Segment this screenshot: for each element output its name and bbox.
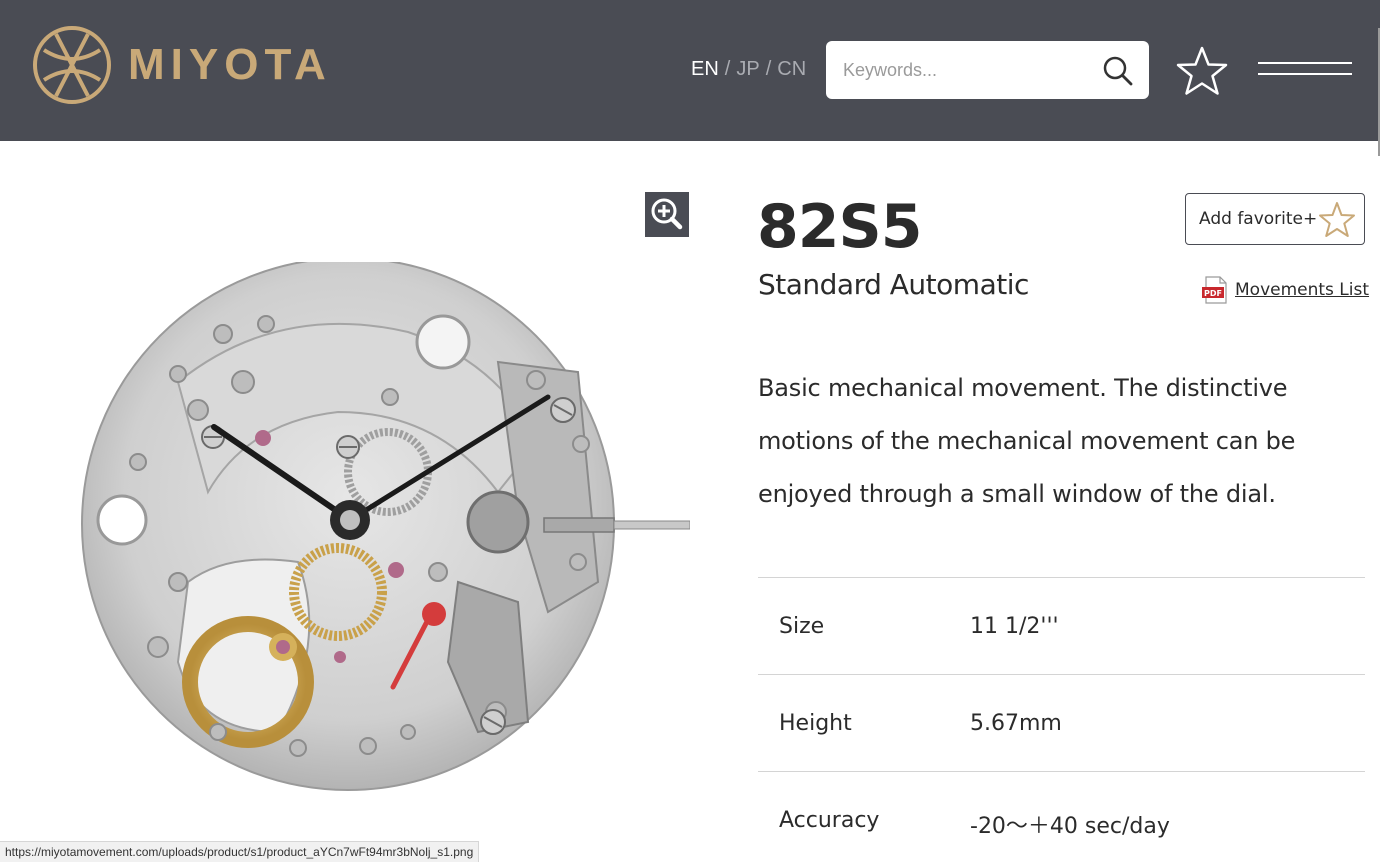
lang-jp[interactable]: JP <box>736 58 759 80</box>
watch-movement-illustration <box>81 257 691 791</box>
movements-list-link[interactable]: PDF Movements List <box>1202 276 1369 304</box>
add-favorite-button[interactable]: Add favorite+ <box>1185 193 1365 245</box>
menu-line <box>1258 62 1352 64</box>
spec-label: Size <box>779 614 825 639</box>
menu-line <box>1258 73 1352 75</box>
spec-value: 5.67mm <box>970 711 1062 736</box>
product-description: Basic mechanical movement. The distincti… <box>758 374 1296 508</box>
spec-value: 11 1/2''' <box>970 614 1059 639</box>
browser-status-bar: https://miyotamovement.com/uploads/produ… <box>0 841 480 862</box>
brand-name: MIYOTA <box>128 40 332 89</box>
scrollbar[interactable] <box>1376 0 1380 862</box>
pdf-icon-text: PDF <box>1204 289 1222 298</box>
add-favorite-label: Add favorite+ <box>1199 209 1318 229</box>
zoom-button[interactable] <box>645 192 689 237</box>
search-box <box>826 41 1149 99</box>
movement-image[interactable] <box>78 257 691 806</box>
miyota-emblem-icon <box>33 26 111 104</box>
movements-list-label: Movements List <box>1235 280 1370 300</box>
favorites-button[interactable] <box>1174 44 1230 98</box>
lang-en[interactable]: EN <box>691 58 719 80</box>
language-switcher: EN / JP / CN <box>691 58 806 81</box>
spec-row-height: Height 5.67mm <box>758 674 1365 771</box>
product-model: 82S5 <box>757 192 922 262</box>
pdf-icon: PDF <box>1202 276 1227 304</box>
star-outline-icon <box>1319 202 1355 237</box>
spec-row-size: Size 11 1/2''' <box>758 577 1365 674</box>
search-icon <box>1103 56 1133 86</box>
lang-cn[interactable]: CN <box>777 58 806 80</box>
site-header: MIYOTA EN / JP / CN <box>0 0 1380 141</box>
spec-label: Height <box>779 711 852 736</box>
spec-value: -20〜＋40 sec/day <box>970 814 1170 839</box>
search-input[interactable] <box>826 41 1096 99</box>
logo[interactable]: MIYOTA <box>32 24 332 106</box>
star-icon <box>1176 46 1228 95</box>
search-button[interactable] <box>1100 53 1136 89</box>
lang-separator: / <box>724 58 731 80</box>
hamburger-menu-icon[interactable] <box>1258 62 1352 78</box>
spec-label: Accuracy <box>779 808 880 833</box>
zoom-in-icon <box>651 198 683 230</box>
spec-row-accuracy: Accuracy -20〜＋40 sec/day <box>758 771 1365 862</box>
lang-separator: / <box>765 58 772 80</box>
product-type: Standard Automatic <box>758 268 1029 301</box>
spec-table: Size 11 1/2''' Height 5.67mm Accuracy -2… <box>758 577 1365 862</box>
